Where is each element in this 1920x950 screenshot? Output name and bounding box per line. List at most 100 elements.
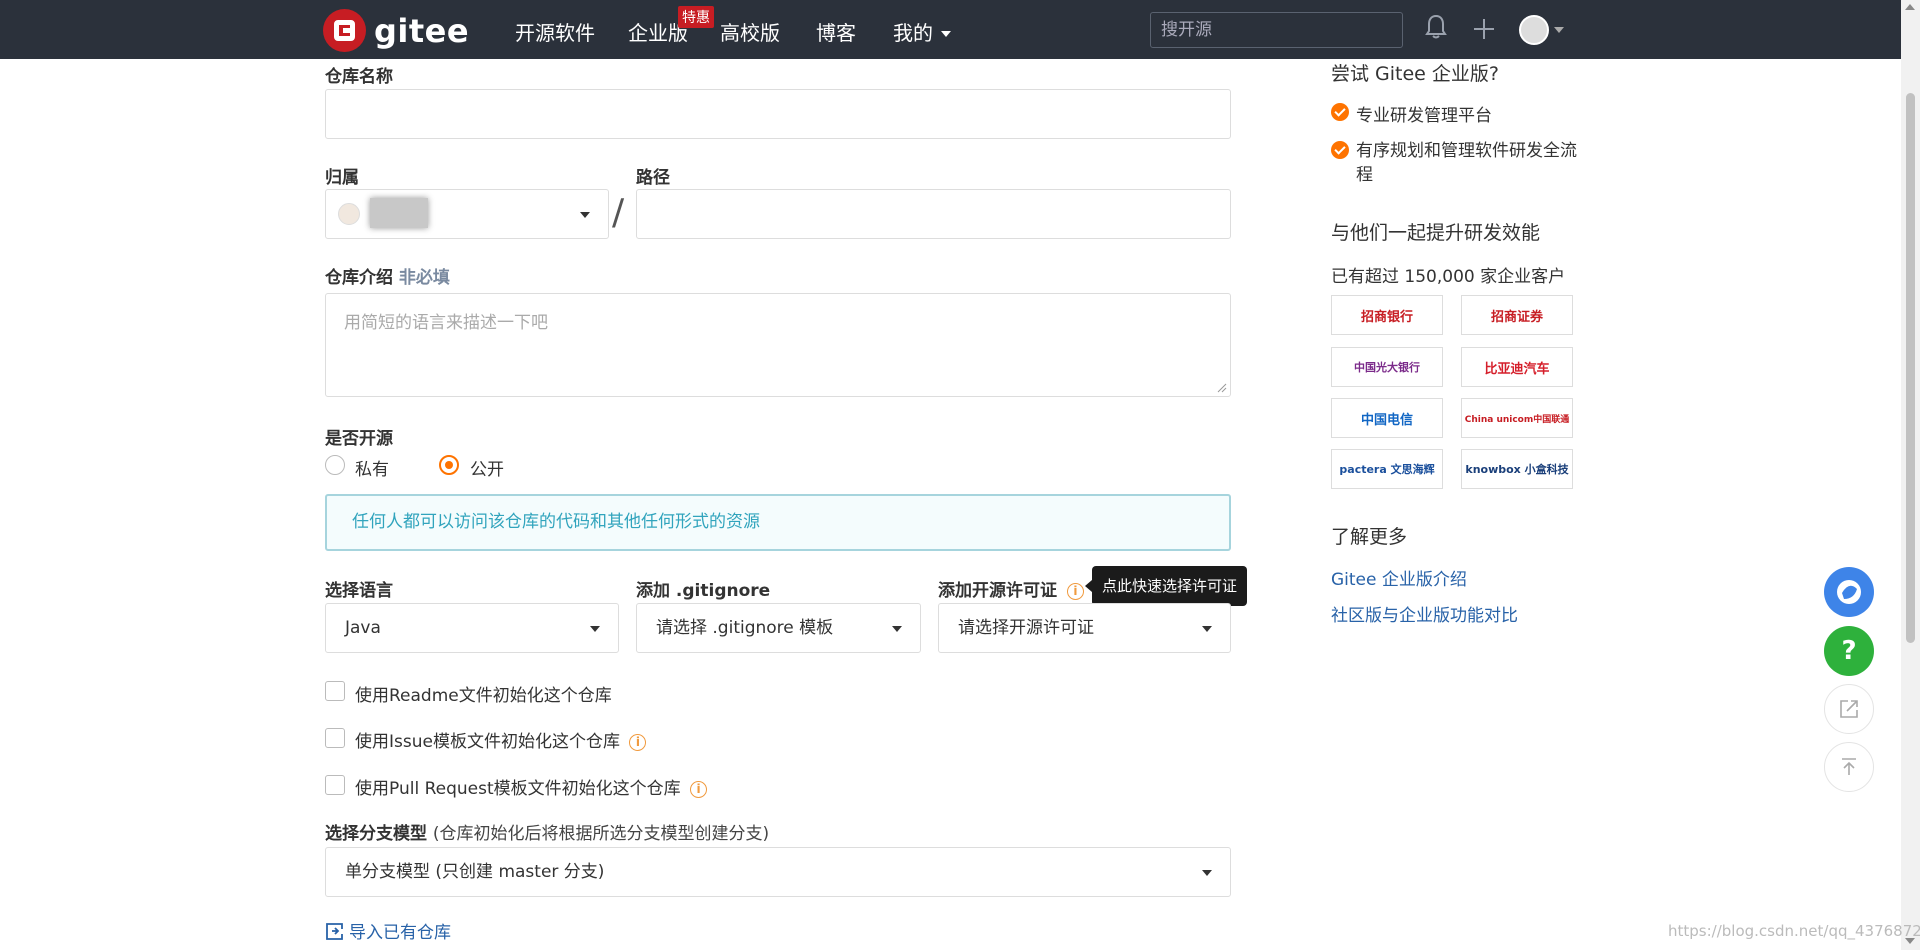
path-input[interactable] [636, 189, 1231, 239]
pr-template-checkbox-label[interactable]: 使用Pull Request模板文件初始化这个仓库 [355, 779, 681, 799]
path-label: 路径 [636, 168, 670, 188]
license-label: 添加开源许可证 i [938, 576, 1084, 601]
repo-name-label: 仓库名称 [325, 67, 393, 87]
feature-compare-link[interactable]: 社区版与企业版功能对比 [1331, 601, 1518, 626]
desc-textarea[interactable]: 用简短的语言来描述一下吧 [325, 293, 1231, 397]
arrow-up-icon [1842, 758, 1856, 775]
desc-label-text: 仓库介绍 [325, 268, 393, 288]
info-icon[interactable]: i [629, 733, 647, 751]
owner-select[interactable] [325, 189, 609, 239]
language-select[interactable]: Java [325, 603, 619, 653]
visibility-label: 是否开源 [325, 429, 393, 449]
user-avatar[interactable] [1519, 15, 1549, 45]
license-tooltip: 点此快速选择许可证 [1085, 566, 1247, 606]
owner-label: 归属 [325, 168, 359, 188]
assistant-button[interactable] [1824, 567, 1874, 617]
gitee-logo[interactable]: gitee [323, 9, 469, 52]
nav-item-mine[interactable]: 我的 [893, 17, 951, 46]
repo-name-input[interactable] [325, 89, 1231, 139]
language-value: Java [345, 618, 381, 638]
issue-template-checkbox-label[interactable]: 使用Issue模板文件初始化这个仓库 [355, 732, 620, 752]
license-select[interactable]: 请选择开源许可证 [938, 603, 1231, 653]
back-to-top-button[interactable] [1824, 742, 1874, 792]
branch-label: 选择分支模型 (仓库初始化后将根据所选分支模型创建分支) [325, 819, 769, 844]
promo-badge: 特惠 [678, 6, 714, 28]
branch-model-select[interactable]: 单分支模型 (只创建 master 分支) [325, 847, 1231, 897]
branch-model-value: 单分支模型 (只创建 master 分支) [345, 862, 605, 882]
gitignore-chevron-down-icon [892, 626, 902, 632]
license-value: 请选择开源许可证 [958, 618, 1094, 638]
bell-icon[interactable] [1425, 14, 1447, 40]
redacted-owner-name [370, 198, 428, 228]
public-notice: 任何人都可以访问该仓库的代码和其他任何形式的资源 [325, 494, 1231, 551]
nav-item-university[interactable]: 高校版 [720, 17, 780, 46]
public-radio[interactable] [439, 455, 459, 475]
feature-item-1: 专业研发管理平台 [1356, 106, 1492, 126]
customer-logo-cmb: 招商银行 [1331, 295, 1443, 335]
customer-logo-knowbox: knowbox 小盒科技 [1461, 449, 1573, 489]
customers-count: 已有超过 150,000 家企业客户 [1331, 267, 1566, 287]
customer-logo-byd: 比亚迪汽车 [1461, 347, 1573, 387]
assistant-icon [1837, 580, 1861, 604]
nav-item-open-source[interactable]: 开源软件 [515, 17, 595, 46]
help-button[interactable]: ? [1824, 626, 1874, 676]
check-circle-icon [1331, 141, 1349, 159]
customer-logo-ceb: 中国光大银行 [1331, 347, 1443, 387]
scroll-up-arrow-icon[interactable] [1905, 4, 1915, 10]
pr-template-checkbox[interactable] [325, 775, 345, 795]
share-button[interactable] [1824, 684, 1874, 734]
chevron-down-icon [941, 30, 951, 37]
import-repo-label: 导入已有仓库 [349, 923, 451, 943]
customer-logo-unicom: China unicom中国联通 [1461, 398, 1573, 438]
gitignore-select[interactable]: 请选择 .gitignore 模板 [636, 603, 921, 653]
enterprise-intro-link[interactable]: Gitee 企业版介绍 [1331, 565, 1467, 590]
path-separator: / [612, 192, 625, 233]
license-chevron-down-icon [1202, 626, 1212, 632]
customer-logo-pactera: pactera 文思海辉 [1331, 449, 1443, 489]
nav-item-blog[interactable]: 博客 [816, 17, 856, 46]
scrollbar-thumb[interactable] [1906, 93, 1915, 643]
desc-optional-tag: 非必填 [398, 268, 450, 288]
import-repo-link[interactable]: 导入已有仓库 [325, 918, 451, 943]
branch-hint: (仓库初始化后将根据所选分支模型创建分支) [432, 824, 770, 844]
desc-label: 仓库介绍 非必填 [325, 263, 450, 288]
resize-handle-icon[interactable] [1217, 383, 1227, 393]
branch-label-text: 选择分支模型 [325, 824, 427, 844]
owner-avatar [338, 203, 360, 225]
brand-name: gitee [374, 11, 470, 50]
import-icon [326, 922, 343, 940]
customer-logo-cms: 招商证券 [1461, 295, 1573, 335]
readme-checkbox[interactable] [325, 681, 345, 701]
info-icon[interactable]: i [1066, 582, 1084, 600]
customer-logo-telecom: 中国电信 [1331, 398, 1443, 438]
share-icon [1840, 700, 1858, 718]
together-title: 与他们一起提升研发效能 [1331, 222, 1541, 244]
private-radio[interactable] [325, 455, 345, 475]
try-enterprise-title: 尝试 Gitee 企业版? [1331, 63, 1499, 85]
gitignore-value: 请选择 .gitignore 模板 [656, 618, 834, 638]
owner-chevron-down-icon [580, 212, 590, 218]
public-label[interactable]: 公开 [470, 455, 504, 480]
gitee-logo-icon [323, 9, 366, 52]
private-label[interactable]: 私有 [355, 455, 389, 480]
desc-placeholder: 用简短的语言来描述一下吧 [344, 313, 548, 333]
language-chevron-down-icon [590, 626, 600, 632]
pr-template-row: 使用Pull Request模板文件初始化这个仓库 i [355, 774, 708, 799]
learn-more-title: 了解更多 [1331, 526, 1408, 548]
avatar-chevron-down-icon[interactable] [1554, 27, 1564, 33]
issue-template-row: 使用Issue模板文件初始化这个仓库 i [355, 727, 647, 752]
top-navbar: gitee 开源软件 企业版 特惠 高校版 博客 我的 搜开源 [0, 0, 1901, 59]
issue-template-checkbox[interactable] [325, 728, 345, 748]
info-icon[interactable]: i [690, 780, 708, 798]
readme-checkbox-label[interactable]: 使用Readme文件初始化这个仓库 [355, 681, 612, 706]
feature-item-2: 有序规划和管理软件研发全流程 [1356, 141, 1577, 185]
nav-mine-label: 我的 [893, 21, 933, 45]
license-label-text: 添加开源许可证 [938, 581, 1057, 601]
csdn-watermark: https://blog.csdn.net/qq_43768722 [1668, 922, 1920, 940]
gitignore-label: 添加 .gitignore [636, 581, 771, 601]
branch-chevron-down-icon [1202, 870, 1212, 876]
plus-icon[interactable] [1473, 18, 1495, 40]
check-circle-icon [1331, 103, 1349, 121]
language-label: 选择语言 [325, 581, 393, 601]
search-input[interactable]: 搜开源 [1150, 12, 1403, 48]
